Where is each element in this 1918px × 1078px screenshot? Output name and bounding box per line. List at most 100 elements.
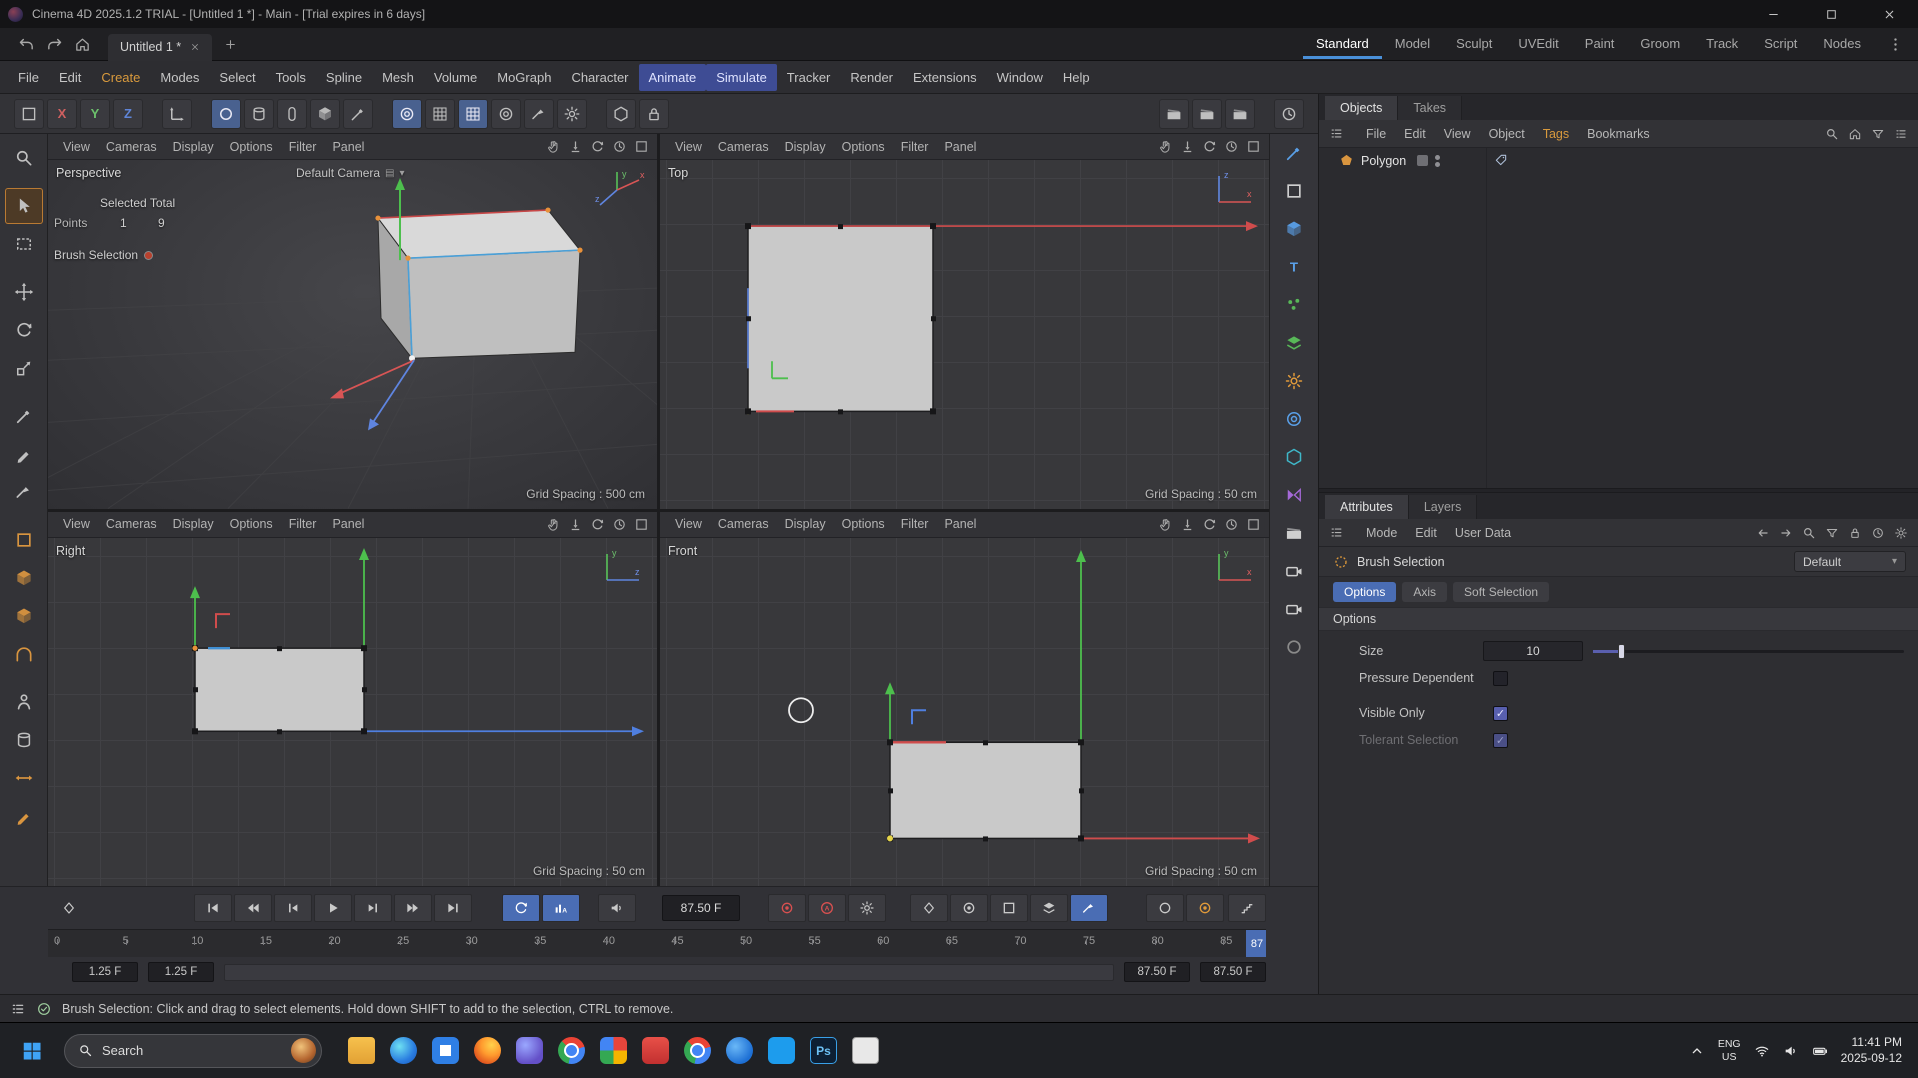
viewport-menu-display[interactable]: Display: [778, 136, 833, 158]
keying-settings-button[interactable]: [848, 894, 886, 922]
cloner-object-icon[interactable]: [1277, 328, 1311, 358]
character-tool-icon[interactable]: [5, 684, 43, 720]
menu-help[interactable]: Help: [1053, 64, 1100, 91]
menu-tracker[interactable]: Tracker: [777, 64, 841, 91]
layout-script[interactable]: Script: [1751, 29, 1810, 59]
tray-chevron-up-icon[interactable]: [1689, 1043, 1705, 1059]
attr-menu-mode[interactable]: Mode: [1358, 522, 1405, 544]
vscode-icon[interactable]: [768, 1037, 795, 1064]
menu-character[interactable]: Character: [561, 64, 638, 91]
dolly-view-icon[interactable]: [1180, 139, 1195, 154]
nav-back-icon[interactable]: [14, 32, 38, 56]
history-clock-icon[interactable]: [1871, 526, 1885, 540]
menu-render[interactable]: Render: [840, 64, 903, 91]
nav-forward-icon[interactable]: [42, 32, 66, 56]
viewport-menu-cameras[interactable]: Cameras: [711, 513, 776, 535]
volume-icon[interactable]: [1783, 1043, 1799, 1059]
key-selection-button[interactable]: [1070, 894, 1108, 922]
knife-tool-icon[interactable]: [5, 474, 43, 510]
key-parameter-button[interactable]: [1030, 894, 1068, 922]
browser-blue-icon[interactable]: [726, 1037, 753, 1064]
scheduler-clock-icon[interactable]: [1274, 99, 1304, 129]
play-button[interactable]: [314, 894, 352, 922]
render-settings-icon[interactable]: [1225, 99, 1255, 129]
goto-end-button[interactable]: [434, 894, 472, 922]
slider-knob[interactable]: [1618, 644, 1625, 659]
viewport-menu-view[interactable]: View: [56, 513, 97, 535]
menu-window[interactable]: Window: [987, 64, 1053, 91]
options-section-header[interactable]: Options: [1319, 607, 1918, 631]
close-tab-icon[interactable]: [190, 42, 200, 52]
size-input[interactable]: 10: [1483, 641, 1583, 661]
layout-sculpt[interactable]: Sculpt: [1443, 29, 1505, 59]
viewport-menu-options[interactable]: Options: [835, 136, 892, 158]
fcurve-button[interactable]: [1228, 894, 1266, 922]
visible-only-checkbox[interactable]: [1493, 706, 1508, 721]
notepad-app-icon[interactable]: [852, 1037, 879, 1064]
frame-tool-icon[interactable]: [5, 522, 43, 558]
pan-view-icon[interactable]: [546, 517, 561, 532]
chrome-2-icon[interactable]: [684, 1037, 711, 1064]
play-mode-button[interactable]: [542, 894, 580, 922]
mirror-arrows-icon[interactable]: [5, 760, 43, 796]
pencil-tool-icon[interactable]: [5, 798, 43, 834]
live-selection-tool-icon[interactable]: [5, 188, 43, 224]
coordinate-system-icon[interactable]: [162, 99, 192, 129]
document-tab[interactable]: Untitled 1 *: [108, 34, 212, 61]
rotate-view-icon[interactable]: [1202, 517, 1217, 532]
cut-settings-icon[interactable]: [524, 99, 554, 129]
pen-settings-icon[interactable]: [343, 99, 373, 129]
cube-tool-icon[interactable]: [5, 560, 43, 596]
maximize-view-icon[interactable]: [634, 517, 649, 532]
subtab-options[interactable]: Options: [1333, 582, 1396, 602]
menu-edit[interactable]: Edit: [49, 64, 91, 91]
render-clapper-icon[interactable]: [1277, 518, 1311, 548]
pan-view-icon[interactable]: [546, 139, 561, 154]
visibility-toggles[interactable]: [1435, 155, 1440, 167]
size-slider[interactable]: [1593, 641, 1904, 661]
render-view-icon[interactable]: [1159, 99, 1189, 129]
teams-app-icon[interactable]: [516, 1037, 543, 1064]
viewport-menu-panel[interactable]: Panel: [325, 513, 371, 535]
rotate-view-icon[interactable]: [1202, 139, 1217, 154]
menu-modes[interactable]: Modes: [150, 64, 209, 91]
scale-tool-icon[interactable]: [5, 350, 43, 386]
file-explorer-icon[interactable]: [348, 1037, 375, 1064]
rotate-view-icon[interactable]: [590, 139, 605, 154]
rotate-view-icon[interactable]: [590, 517, 605, 532]
viewport-menu-cameras[interactable]: Cameras: [711, 136, 776, 158]
objects-menu-object[interactable]: Object: [1481, 123, 1533, 145]
dolly-view-icon[interactable]: [568, 139, 583, 154]
cylinder-tool-icon[interactable]: [244, 99, 274, 129]
preset-dropdown[interactable]: Default▾: [1794, 551, 1906, 572]
wifi-icon[interactable]: [1754, 1043, 1770, 1059]
tab-attributes[interactable]: Attributes: [1325, 495, 1409, 519]
poly-settings-icon[interactable]: [557, 99, 587, 129]
dolly-view-icon[interactable]: [1180, 517, 1195, 532]
new-tab-button[interactable]: [218, 32, 242, 56]
ring-settings-icon[interactable]: [491, 99, 521, 129]
key-scale-button[interactable]: [990, 894, 1028, 922]
battery-icon[interactable]: [1812, 1043, 1828, 1059]
sculpt-pen-icon[interactable]: [5, 398, 43, 434]
matrix-object-icon[interactable]: [1277, 290, 1311, 320]
search-icon[interactable]: [1825, 127, 1839, 141]
range-scrollbar[interactable]: [224, 964, 1114, 981]
preview-start-field[interactable]: 1.25 F: [148, 962, 214, 982]
object-manager-list[interactable]: Polygon: [1319, 148, 1918, 488]
layout-groom[interactable]: Groom: [1627, 29, 1693, 59]
viewport-frame-icon[interactable]: [14, 99, 44, 129]
viewport-menu-cameras[interactable]: Cameras: [99, 136, 164, 158]
plane-object-icon[interactable]: [1277, 176, 1311, 206]
right-scene[interactable]: [48, 538, 657, 887]
selection-tag-icon[interactable]: [1494, 153, 1508, 167]
subtab-soft-selection[interactable]: Soft Selection: [1453, 582, 1549, 602]
media-app-icon[interactable]: [600, 1037, 627, 1064]
move-tool-icon[interactable]: [5, 274, 43, 310]
store-icon[interactable]: [432, 1037, 459, 1064]
filter-icon[interactable]: [1825, 526, 1839, 540]
loop-playback-button[interactable]: [502, 894, 540, 922]
status-menu-icon[interactable]: [10, 1001, 26, 1017]
layout-paint[interactable]: Paint: [1572, 29, 1628, 59]
axis-z-lock[interactable]: Z: [113, 99, 143, 129]
